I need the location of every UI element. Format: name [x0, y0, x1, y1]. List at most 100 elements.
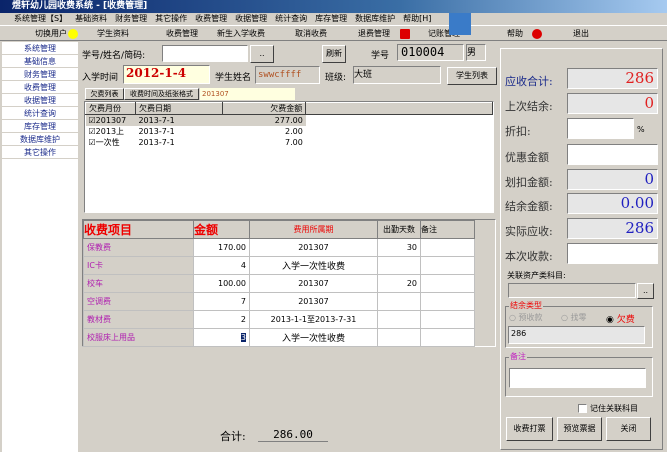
fee-note[interactable]: [420, 256, 475, 275]
fee-period[interactable]: 201307: [249, 238, 378, 257]
fee-item: 保教费: [83, 238, 194, 257]
owe-row[interactable]: ☑一次性 2013-7-1 7.00: [86, 137, 493, 148]
sidebar-item-stock[interactable]: 库存管理: [2, 120, 78, 133]
radio-change[interactable]: ○ 找零: [561, 312, 587, 323]
fee-note[interactable]: [420, 274, 475, 293]
fee-days[interactable]: [377, 256, 421, 275]
exit-button[interactable]: 退出: [573, 26, 589, 41]
fee-amount[interactable]: 4: [193, 256, 250, 275]
radio-arrears[interactable]: ◉ 欠费: [606, 312, 635, 325]
menu-db[interactable]: 数据库维护: [355, 13, 395, 25]
fee-amount[interactable]: 100.00: [193, 274, 250, 293]
col-note[interactable]: 备注: [420, 220, 475, 239]
class-field: 大班: [353, 66, 441, 84]
menu-finance[interactable]: 财务管理: [115, 13, 147, 25]
fee-period[interactable]: 2013-1-1至2013-7-31: [249, 310, 378, 329]
fee-row[interactable]: 空调费 7 201307: [83, 292, 475, 311]
search-input[interactable]: [162, 45, 248, 62]
col-amount[interactable]: 金额: [193, 220, 250, 239]
col-period[interactable]: 费用所属期: [249, 220, 378, 239]
menu-help[interactable]: 帮助[H]: [403, 13, 431, 25]
balance-type-field: 286: [508, 326, 645, 344]
fee-period[interactable]: 201307: [249, 274, 378, 293]
switch-user-button[interactable]: 切换用户: [35, 26, 67, 41]
refresh-button[interactable]: 刷新: [322, 45, 346, 63]
browse-button[interactable]: ..: [250, 45, 274, 63]
tab-fee-time[interactable]: 收费时间及纸张格式: [124, 88, 199, 100]
fee-item: 校服床上用品: [83, 328, 194, 347]
sidebar-item-other[interactable]: 其它操作: [2, 146, 78, 159]
fee-amount[interactable]: 3: [240, 333, 246, 342]
col-month[interactable]: 欠费月份: [85, 102, 136, 115]
asset-browse-button[interactable]: ..: [637, 283, 654, 299]
fee-note[interactable]: [420, 328, 475, 347]
fee-period[interactable]: 入学一次性收费: [249, 328, 378, 347]
owe-date: 2013-7-1: [138, 115, 175, 125]
fee-days[interactable]: 30: [377, 238, 421, 257]
fee-manage-button[interactable]: 收费管理: [166, 26, 198, 41]
asset-field[interactable]: [508, 283, 636, 298]
fee-amount[interactable]: 170.00: [193, 238, 250, 257]
sidebar-item-receipt[interactable]: 收据管理: [2, 94, 78, 107]
menu-fee[interactable]: 收费管理: [195, 13, 227, 25]
print-receipt-button[interactable]: 收费打票: [506, 417, 553, 441]
fee-days[interactable]: 20: [377, 274, 421, 293]
preferential-input[interactable]: [567, 144, 658, 165]
sidebar-item-basic[interactable]: 基础信息: [2, 55, 78, 68]
cancel-fee-button[interactable]: 取消收费: [295, 26, 327, 41]
checkbox-checked-icon[interactable]: ☑: [89, 138, 96, 147]
menu-receipt[interactable]: 收据管理: [235, 13, 267, 25]
menu-stats[interactable]: 统计查询: [275, 13, 307, 25]
sidebar-item-system[interactable]: 系统管理: [2, 42, 78, 55]
tab-owe-list[interactable]: 欠费列表: [85, 88, 124, 100]
discount-input[interactable]: [567, 118, 634, 139]
owe-row[interactable]: ☑2013上 2013-7-1 2.00: [86, 126, 493, 137]
close-button[interactable]: 关闭: [606, 417, 651, 441]
preview-receipt-button[interactable]: 预览票据: [557, 417, 602, 441]
fee-row[interactable]: IC卡 4 入学一次性收费: [83, 256, 475, 275]
fee-row[interactable]: 校服床上用品 3 入学一次性收费: [83, 328, 475, 347]
note-input[interactable]: [509, 368, 646, 388]
student-list-button[interactable]: 学生列表: [447, 67, 497, 85]
checkbox-checked-icon[interactable]: ☑: [89, 116, 96, 125]
new-student-fee-button[interactable]: 新生入学收费: [217, 26, 265, 41]
sidebar-item-stats[interactable]: 统计查询: [2, 107, 78, 120]
deduct-field: 0: [567, 169, 658, 190]
menu-stock[interactable]: 库存管理: [315, 13, 347, 25]
fee-row[interactable]: 保教费 170.00 201307 30: [83, 238, 475, 257]
menu-system[interactable]: 系统管理【S】: [14, 13, 67, 25]
sidebar-item-fee[interactable]: 收费管理: [2, 81, 78, 94]
owe-row[interactable]: ☑201307 2013-7-1 277.00: [85, 114, 493, 126]
fee-note[interactable]: [420, 310, 475, 329]
menu-basic[interactable]: 基础资料: [75, 13, 107, 25]
checkbox-checked-icon[interactable]: ☑: [89, 127, 96, 136]
fee-days[interactable]: [377, 328, 421, 347]
fee-note[interactable]: [420, 292, 475, 311]
refund-button[interactable]: 退费管理: [358, 26, 390, 41]
sidebar-item-finance[interactable]: 财务管理: [2, 68, 78, 81]
fee-row[interactable]: 教材费 2 2013-1-1至2013-7-31: [83, 310, 475, 329]
radio-prepay[interactable]: ○ 预收款: [509, 312, 543, 323]
fee-period[interactable]: 入学一次性收费: [249, 256, 378, 275]
owe-month: ☑一次性: [86, 137, 136, 148]
col-date[interactable]: 欠费日期: [134, 102, 223, 115]
fee-note[interactable]: [420, 238, 475, 257]
col-days[interactable]: 出勤天数: [377, 220, 421, 239]
due-label: 应收合计:: [505, 75, 553, 88]
fee-item: 校车: [83, 274, 194, 293]
remember-checkbox[interactable]: [578, 404, 587, 413]
col-amount[interactable]: 欠费金额: [221, 102, 307, 115]
menu-other[interactable]: 其它操作: [155, 13, 187, 25]
fee-amount[interactable]: 2: [193, 310, 250, 329]
fee-period[interactable]: 201307: [249, 292, 378, 311]
col-item[interactable]: 收费项目: [83, 220, 194, 239]
student-info-button[interactable]: 学生资料: [97, 26, 129, 41]
fee-amount[interactable]: 7: [193, 292, 250, 311]
help-button[interactable]: 帮助: [507, 26, 523, 41]
close-icon: [532, 26, 542, 41]
fee-days[interactable]: [377, 292, 421, 311]
fee-row[interactable]: 校车 100.00 201307 20: [83, 274, 475, 293]
payment-input[interactable]: [567, 243, 658, 264]
sidebar-item-db[interactable]: 数据库维护: [2, 133, 78, 146]
fee-days[interactable]: [377, 310, 421, 329]
